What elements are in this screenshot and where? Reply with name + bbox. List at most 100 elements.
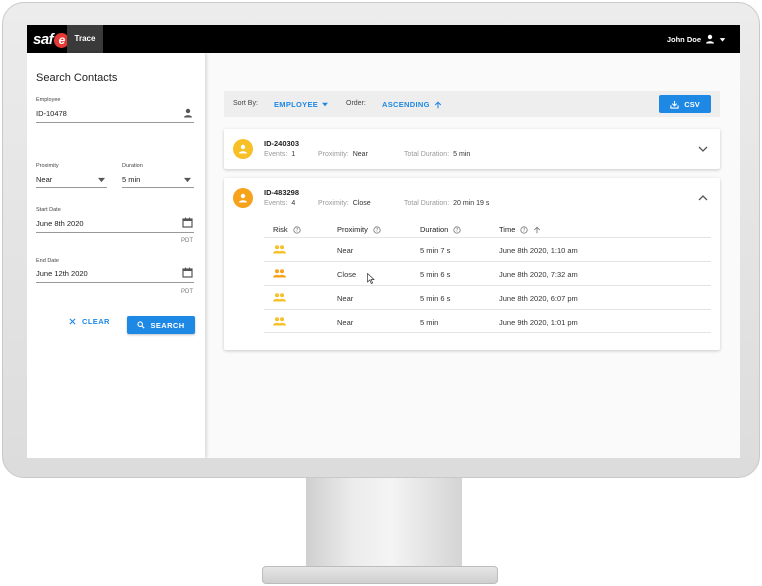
order-label: Order: [346,100,366,107]
help-icon[interactable]: ? [292,225,301,234]
download-icon [670,100,679,109]
proximity-summary-value: Close [352,200,371,207]
header-duration-label: Duration [420,225,449,234]
cell-time: June 8th 2020, 7:32 am [499,270,578,279]
duration-select[interactable]: 5 min [122,175,140,184]
contact-id: ID-240303 [264,139,300,148]
sort-by-select[interactable]: EMPLOYEE [274,100,329,109]
end-date-underline [36,282,194,283]
people-icon [273,245,286,254]
chevron-down-icon[interactable] [698,145,708,153]
csv-export-button[interactable]: CSV [659,95,711,113]
csv-label: CSV [684,99,700,109]
employee-field[interactable]: ID-10478 [36,109,67,118]
table-row[interactable]: Near 5 min 7 s June 8th 2020, 1:10 am [264,237,711,261]
person-icon [239,144,247,154]
duration-underline [122,187,194,188]
app-logo[interactable]: saf e [33,31,70,48]
screen: saf e Trace John Doe Search Contacts Empl… [27,25,740,458]
order-toggle[interactable]: ASCENDING [382,100,442,109]
start-date-label: Start Date [36,207,61,213]
events-label: Events: [264,200,288,207]
sort-arrow-up-icon[interactable] [533,226,541,234]
events-value: 1 [291,151,296,158]
total-duration: Total Duration: 5 min [404,151,470,158]
calendar-icon[interactable] [182,267,193,278]
cell-proximity: Near [337,294,354,303]
header-duration[interactable]: Duration ? [420,225,461,234]
events-count: Events: 4 [264,200,295,207]
sort-by-label: Sort By: [233,100,258,107]
start-date-underline [36,232,194,233]
events-label: Events: [264,151,288,158]
monitor-stand-neck [306,478,462,570]
cell-duration: 5 min 6 s [420,294,451,303]
caret-down-icon[interactable] [184,177,191,183]
end-date-label: End Date [36,258,59,264]
nav-tab-trace[interactable]: Trace [67,25,103,53]
contact-id: ID-483298 [264,188,300,197]
clear-label: CLEAR [82,317,110,326]
total-duration-label: Total Duration: [404,200,450,207]
help-icon[interactable]: ? [520,225,528,234]
logo-text: saf [33,31,54,48]
proximity-summary-value: Near [352,151,368,158]
search-sidebar: Search Contacts Employee ID-10478 Proxim… [27,53,205,458]
contact-card[interactable]: ID-240303 Events: 1 Proximity: Near Total … [224,129,720,169]
proximity-summary-label: Proximity: [318,200,349,207]
start-timezone: PDT [181,238,193,244]
sidebar-title: Search Contacts [36,72,118,84]
cell-proximity: Near [337,318,354,327]
clear-button[interactable]: CLEAR [69,317,110,326]
employee-label: Employee [36,97,61,103]
table-row[interactable]: Near 5 min June 9th 2020, 1:01 pm [264,309,711,333]
total-duration: Total Duration: 20 min 19 s [404,200,489,207]
proximity-summary: Proximity: Close [318,200,371,207]
header-time[interactable]: Time ? [499,225,541,234]
arrow-up-icon [434,100,441,108]
chevron-up-icon[interactable] [698,194,708,202]
events-value: 4 [291,200,296,207]
user-menu[interactable]: John Doe [667,25,726,53]
monitor-stand-base [262,566,498,584]
user-name: John Doe [666,34,701,44]
search-icon [137,321,146,329]
cell-duration: 5 min 6 s [420,270,451,279]
start-date-field[interactable]: June 8th 2020 [36,219,84,228]
cell-time: June 9th 2020, 1:01 pm [499,318,578,327]
cell-duration: 5 min 7 s [420,246,451,255]
proximity-summary-label: Proximity: [318,151,349,158]
header-time-label: Time [499,225,516,234]
proximity-select[interactable]: Near [36,175,52,184]
help-icon[interactable]: ? [373,225,381,234]
cell-proximity: Close [337,270,357,279]
top-bar: saf e Trace John Doe [27,25,740,53]
search-button[interactable]: SEARCH [127,316,195,334]
calendar-icon[interactable] [182,217,193,228]
avatar [233,188,253,208]
end-date-field[interactable]: June 12th 2020 [36,269,88,278]
search-label: SEARCH [150,320,185,330]
total-duration-value: 5 min [453,151,471,158]
people-icon [273,293,286,302]
proximity-underline [36,187,107,188]
header-risk-label: Risk [273,225,288,234]
total-duration-value: 20 min 19 s [453,200,490,207]
mouse-cursor-icon [367,273,375,284]
help-icon[interactable]: ? [453,225,461,234]
contact-card-expanded[interactable]: ID-483298 Events: 4 Proximity: Close Total… [224,178,720,350]
table-row[interactable]: Close 5 min 6 s June 8th 2020, 7:32 am [264,261,711,285]
header-risk[interactable]: Risk ? [273,225,301,234]
table-row[interactable]: Near 5 min 6 s June 8th 2020, 6:07 pm [264,285,711,309]
person-icon [706,34,714,44]
caret-down-icon [719,37,726,42]
monitor-frame: saf e Trace John Doe Search Contacts Empl… [2,2,760,478]
person-icon [184,108,192,118]
avatar [233,139,253,159]
proximity-summary: Proximity: Near [318,151,368,158]
header-proximity[interactable]: Proximity ? [337,225,381,234]
caret-down-icon[interactable] [98,177,105,183]
sort-by-value: EMPLOYEE [274,100,319,109]
total-duration-label: Total Duration: [404,151,450,158]
cell-proximity: Near [337,246,354,255]
